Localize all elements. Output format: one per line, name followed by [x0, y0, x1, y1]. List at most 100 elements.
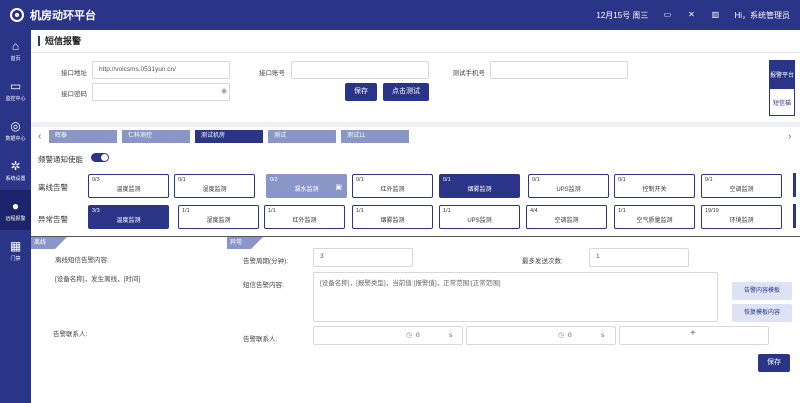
offline-section-tag: 离线 [31, 237, 67, 249]
offline-card[interactable]: 0/3 温度监测 [88, 174, 169, 198]
test-button[interactable]: 点击测试 [383, 83, 429, 101]
url-input[interactable]: http://voicsms.0531yun.cn/ [92, 61, 230, 79]
sms-content-label: 短信告警内容: [243, 282, 284, 289]
card-count: 0/1 [532, 177, 540, 183]
card-name: UPS监测 [556, 187, 581, 193]
offline-card[interactable]: 0/1 烟雾监测 [439, 174, 520, 198]
card-name: 红外监测 [292, 218, 317, 224]
card-name: 环境监测 [729, 218, 754, 224]
clock-icon: ◷ [558, 332, 565, 339]
password-label: 接口密码 [61, 91, 87, 98]
offline-card[interactable]: 0/1 控制开关 [614, 174, 695, 198]
tab-room[interactable]: 仁科测控 [122, 130, 190, 143]
max-send-input[interactable]: 1 [589, 248, 689, 267]
chart-icon[interactable]: ▥ [710, 10, 720, 20]
sms-content-textarea[interactable]: [设备名称]，[报警类型]，当前值:[报警值]，正常范围:[正常范围] [313, 272, 718, 322]
alarm-card[interactable]: 1/1 空气质量监测 [614, 205, 695, 229]
abnormal-alarm-label: 异常告警 [38, 215, 68, 224]
card-count: 0/1 [178, 177, 186, 183]
contact-delay-unit: s [449, 332, 453, 339]
chevron-left-icon[interactable]: ‹ [38, 131, 41, 142]
eye-icon[interactable]: ◉ [221, 87, 227, 95]
sidebar-item-label: 首页 [10, 55, 21, 62]
divider [31, 236, 800, 237]
card-count: 4/4 [530, 208, 538, 214]
alarm-card[interactable]: 3/3 温度监测 [88, 205, 169, 229]
alarm-card[interactable]: 1/1 湿度监测 [178, 205, 259, 229]
restore-template-button[interactable]: 恢复模板内容 [732, 304, 792, 322]
card-count: 0/3 [92, 177, 100, 183]
side-tabs: 报警平台 短信猫 [769, 60, 795, 116]
phone-label: 测试手机号 [452, 70, 486, 77]
abnormal-section-tag: 异常 [227, 237, 263, 249]
monitor-icon[interactable]: ▭ [662, 10, 672, 20]
url-label: 接口地址 [61, 70, 87, 77]
page-title: 短信报警 [38, 36, 81, 46]
card-name: 烟雾监测 [467, 187, 492, 193]
room-tabs: ‹ 晖泰 仁科测控 测试机房 测试 测试11 › [31, 130, 800, 144]
contact-select[interactable] [466, 326, 616, 345]
monitor-icon: ▭ [9, 78, 22, 93]
alarm-card[interactable]: 1/1 烟雾监测 [352, 205, 433, 229]
save-button[interactable]: 保存 [758, 354, 790, 372]
password-input[interactable] [92, 83, 230, 101]
card-count: 0/1 [356, 177, 364, 183]
card-count: 1/1 [268, 208, 276, 214]
card-name: 空调监测 [554, 218, 579, 224]
alarm-notify-label: 频警通知使能 [38, 155, 83, 164]
offline-card[interactable]: 0/1 空调监测 [701, 174, 782, 198]
card-name: 漏水监测 [294, 187, 319, 193]
user-greeting[interactable]: Hi，系统管理员 [734, 10, 790, 21]
save-button[interactable]: 保存 [345, 83, 377, 101]
sidebar-item-monitor[interactable]: ▭ 监控中心 [0, 70, 31, 110]
card-name: 烟雾监测 [380, 218, 405, 224]
contact-delay-value[interactable]: 0 [568, 332, 572, 339]
sidebar-item-data[interactable]: ◎ 数据中心 [0, 110, 31, 150]
header-right: 12月15号 周三 ▭ ✕ ▥ Hi，系统管理员 [582, 0, 790, 30]
bell-icon[interactable]: ✕ [686, 10, 696, 20]
sidebar: ⌂ 首页 ▭ 监控中心 ◎ 数据中心 ✲ 系统设置 ● 远程报警 ▦ 门禁 [0, 30, 31, 403]
sidebar-item-door[interactable]: ▦ 门禁 [0, 230, 31, 270]
sidebar-item-remote-alarm[interactable]: ● 远程报警 [0, 190, 31, 230]
offline-card[interactable]: 0/2 漏水监测 ▣ [266, 174, 347, 198]
card-count: 3/3 [92, 208, 100, 214]
offline-content-label: 离线短信告警内容: [55, 257, 109, 264]
card-count: 1/1 [618, 208, 626, 214]
offline-card[interactable]: 0/1 湿度监测 [174, 174, 255, 198]
phone-input[interactable] [490, 61, 628, 79]
account-input[interactable] [291, 61, 429, 79]
gear-icon: ✲ [10, 158, 21, 173]
tab-room[interactable]: 测试11 [341, 130, 409, 143]
alarm-card[interactable]: 4/4 空调监测 [526, 205, 607, 229]
card-name: 温度监测 [116, 218, 141, 224]
contact-delay-value[interactable]: 0 [416, 332, 420, 339]
offline-alarm-label: 离线告警 [38, 183, 68, 192]
tab-sms-modem[interactable]: 短信猫 [769, 88, 795, 116]
alarm-card[interactable]: 19/19 环境监测 [701, 205, 782, 229]
chevron-right-icon[interactable]: › [788, 131, 791, 142]
logo-icon [10, 8, 24, 22]
tab-alarm-platform[interactable]: 报警平台 [769, 60, 795, 88]
tab-room[interactable]: 测试机房 [195, 130, 263, 143]
sidebar-item-home[interactable]: ⌂ 首页 [0, 30, 31, 70]
tab-room[interactable]: 晖泰 [49, 130, 117, 143]
sidebar-item-label: 门禁 [10, 255, 21, 262]
period-input[interactable]: 3 [313, 248, 413, 267]
card-count: 0/1 [443, 177, 451, 183]
main-content: 短信报警 接口地址 http://voicsms.0531yun.cn/ 接口账… [31, 30, 800, 403]
content-template-button[interactable]: 告警内容模板 [732, 282, 792, 300]
divider [31, 52, 800, 53]
contact-select[interactable] [313, 326, 463, 345]
tab-room[interactable]: 测试 [268, 130, 336, 143]
sidebar-item-settings[interactable]: ✲ 系统设置 [0, 150, 31, 190]
row-scroll-indicator [793, 173, 796, 197]
card-name: 湿度监测 [202, 187, 227, 193]
abnormal-contact-label: 告警联系人: [243, 336, 278, 343]
alarm-card[interactable]: 1/1 UPS监测 [439, 205, 520, 229]
alarm-notify-toggle[interactable] [91, 153, 109, 162]
card-name: 红外监测 [380, 187, 405, 193]
offline-card[interactable]: 0/1 红外监测 [352, 174, 433, 198]
alarm-card[interactable]: 1/1 红外监测 [264, 205, 345, 229]
offline-card[interactable]: 0/1 UPS监测 [528, 174, 609, 198]
divider [31, 122, 800, 127]
